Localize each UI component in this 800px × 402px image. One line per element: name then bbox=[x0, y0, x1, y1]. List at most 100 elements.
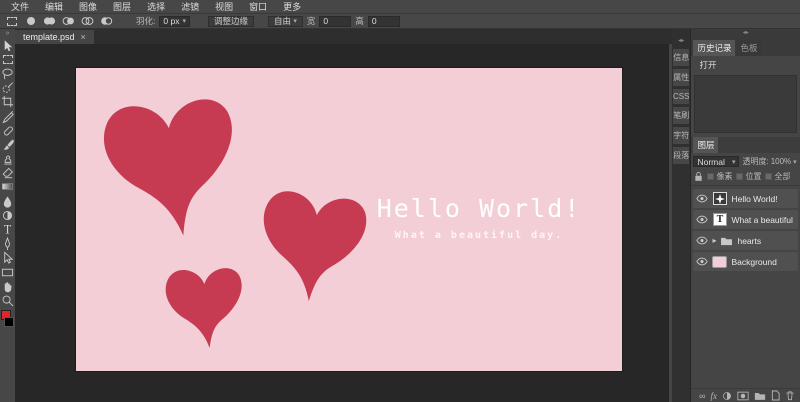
docked-panels: ◂▸ 历史记录 色板 打开 图层 Normal ▾ 透明度: 100% ▾ 像素… bbox=[691, 29, 800, 402]
healing-brush-tool[interactable] bbox=[0, 123, 15, 137]
layer-name[interactable]: Hello World! bbox=[731, 194, 777, 204]
menu-file[interactable]: 文件 bbox=[4, 0, 36, 13]
aspect-mode-select[interactable]: 自由 ▾ bbox=[267, 15, 303, 27]
menu-image[interactable]: 图像 bbox=[72, 0, 104, 13]
visibility-eye-icon[interactable] bbox=[696, 215, 709, 224]
selection-new-mode-icon[interactable] bbox=[23, 15, 38, 27]
type-tool[interactable]: T bbox=[0, 222, 15, 236]
selection-add-mode-icon[interactable] bbox=[42, 15, 57, 27]
selection-intersect-mode-icon[interactable] bbox=[80, 15, 95, 27]
link-icon[interactable]: ∞ bbox=[699, 391, 705, 401]
visibility-eye-icon[interactable] bbox=[696, 194, 709, 203]
toolbar-overflow-icon[interactable]: » bbox=[6, 30, 10, 38]
layer-name[interactable]: What a beautiful day. bbox=[731, 215, 795, 225]
tab-swatches[interactable]: 色板 bbox=[736, 40, 762, 56]
lock-all-toggle[interactable]: 全部 bbox=[765, 171, 790, 182]
panel-tab-character[interactable]: 字符 bbox=[673, 127, 690, 144]
menu-window[interactable]: 窗口 bbox=[242, 0, 274, 13]
opacity-dropdown-icon[interactable]: ▾ bbox=[793, 158, 797, 166]
layer-row-background[interactable]: Background bbox=[693, 252, 798, 271]
menu-layer[interactable]: 图层 bbox=[106, 0, 138, 13]
history-entry-open[interactable]: 打开 bbox=[691, 56, 800, 74]
menu-bar: 文件 编辑 图像 图层 选择 滤镜 视图 窗口 更多 bbox=[0, 0, 800, 14]
feather-input[interactable]: 0 px ▾ bbox=[159, 15, 190, 27]
lock-position-toggle[interactable]: 位置 bbox=[736, 171, 761, 182]
move-tool[interactable] bbox=[0, 38, 15, 52]
lock-icon bbox=[695, 171, 703, 181]
smart-object-thumbnail bbox=[712, 192, 727, 205]
new-selection-icon[interactable] bbox=[4, 15, 19, 27]
collapse-strip-icon[interactable]: ◂▸ bbox=[672, 37, 690, 47]
height-label: 高 bbox=[355, 16, 364, 26]
background-thumbnail bbox=[712, 255, 728, 268]
fx-icon[interactable]: fx bbox=[711, 391, 718, 401]
layer-name[interactable]: hearts bbox=[737, 236, 761, 246]
close-tab-icon[interactable]: × bbox=[81, 32, 86, 42]
width-input[interactable]: 0 bbox=[319, 15, 352, 27]
canvas-area[interactable]: Hello World! What a beautiful day. bbox=[15, 44, 672, 402]
layer-row-hello-world[interactable]: Hello World! bbox=[693, 189, 798, 208]
blur-tool[interactable] bbox=[0, 194, 15, 208]
menu-more[interactable]: 更多 bbox=[276, 0, 308, 13]
panel-tab-properties[interactable]: 属性 bbox=[673, 69, 690, 86]
panel-tab-info[interactable]: 信息 bbox=[673, 49, 690, 66]
background-color-swatch[interactable] bbox=[4, 316, 14, 327]
visibility-eye-icon[interactable] bbox=[696, 257, 709, 266]
canvas[interactable]: Hello World! What a beautiful day. bbox=[76, 68, 622, 371]
lock-controls: 像素 位置 全部 bbox=[691, 169, 800, 186]
layer-row-hearts-group[interactable]: ▸ hearts bbox=[693, 231, 798, 250]
blend-mode-dropdown-icon: ▾ bbox=[731, 158, 736, 166]
color-swatches bbox=[0, 309, 15, 332]
hand-tool[interactable] bbox=[0, 279, 15, 293]
menu-edit[interactable]: 编辑 bbox=[38, 0, 70, 13]
lock-pixels-toggle[interactable]: 像素 bbox=[707, 171, 732, 182]
zoom-tool[interactable] bbox=[0, 293, 15, 307]
mask-icon[interactable] bbox=[737, 391, 749, 401]
panel-tab-css[interactable]: CSS bbox=[673, 89, 690, 104]
clone-stamp-tool[interactable] bbox=[0, 152, 15, 166]
opacity-control[interactable]: 透明度: 100% ▾ bbox=[742, 156, 796, 167]
tab-history[interactable]: 历史记录 bbox=[693, 40, 736, 56]
eraser-tool[interactable] bbox=[0, 166, 15, 180]
eyedropper-tool[interactable] bbox=[0, 109, 15, 123]
blend-mode-select[interactable]: Normal ▾ bbox=[693, 156, 740, 167]
delete-layer-icon[interactable] bbox=[785, 390, 795, 401]
new-folder-icon[interactable] bbox=[754, 391, 766, 401]
gradient-tool[interactable] bbox=[0, 180, 15, 194]
panel-tab-brush[interactable]: 笔刷 bbox=[673, 107, 690, 124]
new-layer-icon[interactable] bbox=[771, 390, 780, 401]
height-input[interactable]: 0 bbox=[367, 15, 400, 27]
canvas-text-block: Hello World! What a beautiful day. bbox=[364, 194, 594, 241]
panel-collapse-icon[interactable]: ◂▸ bbox=[691, 29, 800, 38]
lasso-tool[interactable] bbox=[0, 66, 15, 80]
document-tab-title: template.psd bbox=[23, 32, 75, 42]
panel-tab-paragraph[interactable]: 段落 bbox=[673, 147, 690, 164]
opacity-value[interactable]: 100% bbox=[771, 157, 791, 166]
selection-exclude-mode-icon[interactable] bbox=[99, 15, 114, 27]
menu-view[interactable]: 视图 bbox=[208, 0, 240, 13]
workspace-scrollbar[interactable] bbox=[669, 44, 672, 402]
crop-tool[interactable] bbox=[0, 95, 15, 109]
document-tab[interactable]: template.psd × bbox=[15, 30, 94, 44]
expand-group-icon[interactable]: ▸ bbox=[712, 236, 716, 245]
pen-tool[interactable] bbox=[0, 237, 15, 251]
rectangle-shape-tool[interactable] bbox=[0, 265, 15, 279]
history-list-area[interactable] bbox=[694, 75, 797, 133]
layers-panel-tabs: 图层 bbox=[691, 137, 800, 153]
brush-tool[interactable] bbox=[0, 137, 15, 151]
selection-subtract-mode-icon[interactable] bbox=[61, 15, 76, 27]
visibility-eye-icon[interactable] bbox=[696, 236, 709, 245]
menu-filter[interactable]: 滤镜 bbox=[174, 0, 206, 13]
feather-dropdown-icon[interactable]: ▾ bbox=[182, 17, 186, 25]
layer-name[interactable]: Background bbox=[731, 257, 776, 267]
dodge-tool[interactable] bbox=[0, 208, 15, 222]
tab-layers[interactable]: 图层 bbox=[693, 137, 719, 153]
lock-position-icon bbox=[736, 173, 744, 180]
quick-select-tool[interactable] bbox=[0, 81, 15, 95]
path-select-tool[interactable] bbox=[0, 251, 15, 265]
marquee-select-tool[interactable] bbox=[0, 52, 15, 66]
refine-edge-button[interactable]: 调整边缘 bbox=[207, 15, 254, 27]
menu-select[interactable]: 选择 bbox=[140, 0, 172, 13]
adjustment-icon[interactable] bbox=[722, 391, 732, 401]
layer-row-subtitle[interactable]: T What a beautiful day. bbox=[693, 210, 798, 229]
